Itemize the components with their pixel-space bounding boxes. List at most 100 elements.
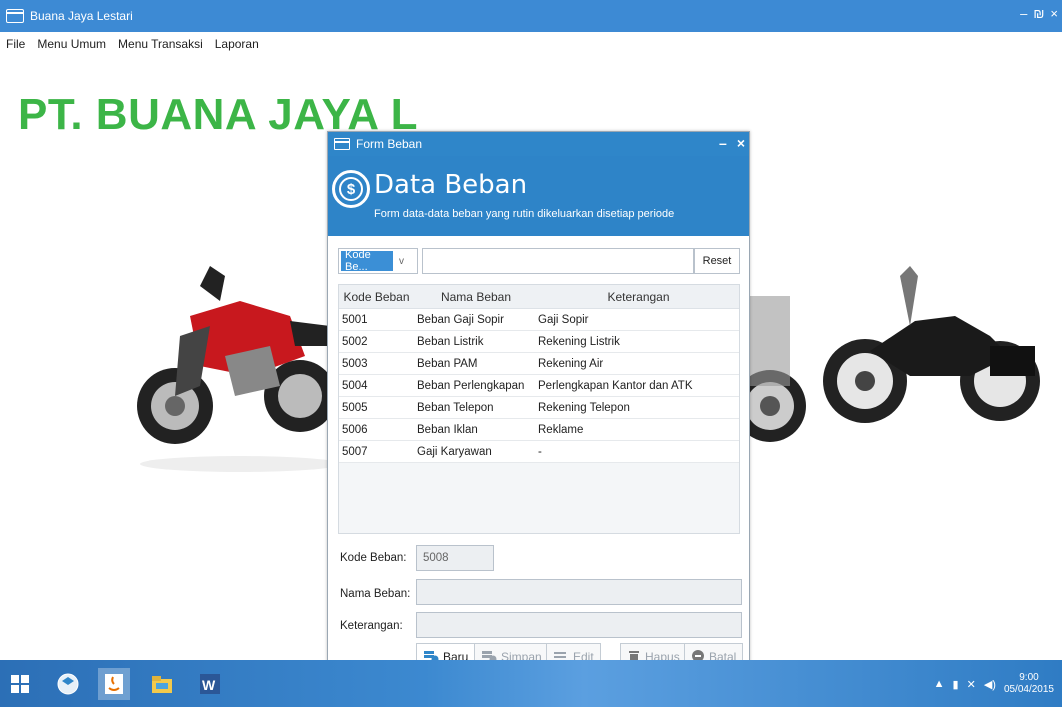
volume-icon[interactable]: ◀) [984,678,996,691]
table-row[interactable]: 5004 Beban Perlengkapan Perlengkapan Kan… [339,375,739,397]
file-explorer-icon[interactable] [146,668,178,700]
windows-start-icon[interactable] [4,668,36,700]
word-icon[interactable]: W [194,668,226,700]
menubar: File Menu Umum Menu Transaksi Laporan [0,32,1062,56]
table-row[interactable]: 5005 Beban Telepon Rekening Telepon [339,397,739,419]
form-titlebar[interactable]: Form Beban – × [328,132,749,156]
action-buttons: Baru Simpan Edit Hapus Batal [416,643,744,660]
table-row[interactable]: 5003 Beban PAM Rekening Air [339,353,739,375]
form-header: $ Data Beban Form data-data beban yang r… [328,156,749,236]
keterangan-field[interactable] [416,612,742,638]
box-app-icon[interactable] [52,668,84,700]
app-window-icon [6,9,24,23]
cancel-circle-icon [691,649,705,660]
desktop-area: PT. BUANA JAYA L Form Beban – × $ Data B… [0,56,1062,660]
nama-beban-field[interactable] [416,579,742,605]
keterangan-label: Keterangan: [340,620,403,632]
form-window-controls: – × [719,135,745,151]
trash-icon [627,649,641,660]
column-header-nama[interactable]: Nama Beban [414,285,538,308]
cell-kode: 5001 [342,313,368,326]
hapus-label: Hapus [645,650,680,660]
cell-keterangan: Reklame [538,423,584,436]
svg-text:W: W [202,677,216,693]
edit-button[interactable]: Edit [546,643,601,660]
system-tray: ▲ ▮ ✕ ◀) 9:00 05/04/2015 [934,672,1054,696]
hapus-button[interactable]: Hapus [620,643,687,660]
red-motorcycle-image [137,266,340,472]
cell-keterangan: Perlengkapan Kantor dan ATK [538,379,693,392]
clock-time: 9:00 [1019,672,1039,683]
window-controls: – ₪ × [1020,6,1058,21]
search-row: Kode Be... v Reset [338,248,740,274]
search-field-selected: Kode Be... [341,249,393,273]
baru-button[interactable]: Baru [416,643,476,660]
column-header-keterangan[interactable]: Keterangan [538,285,739,308]
nama-beban-label: Nama Beban: [340,588,411,600]
reset-button[interactable]: Reset [694,248,740,274]
cell-keterangan: Rekening Air [538,357,604,370]
search-input[interactable] [422,248,694,274]
baru-label: Baru [443,650,469,660]
restore-button[interactable]: ₪ [1033,6,1044,21]
cell-nama: Beban Listrik [417,335,484,348]
form-close-button[interactable]: × [737,135,745,151]
cell-kode: 5003 [342,357,368,370]
menu-transaksi[interactable]: Menu Transaksi [112,37,209,51]
close-button[interactable]: × [1050,6,1058,21]
cell-nama: Gaji Karyawan [417,445,492,458]
menu-umum[interactable]: Menu Umum [31,37,112,51]
cell-kode: 5005 [342,401,368,414]
beban-table: Kode Beban Nama Beban Keterangan 5001 Be… [338,284,740,534]
java-icon[interactable] [98,668,130,700]
cell-nama: Beban Gaji Sopir [417,313,504,326]
network-icon[interactable]: ▮ [953,678,959,691]
menu-file[interactable]: File [0,37,31,51]
clock[interactable]: 9:00 05/04/2015 [1004,672,1054,696]
form-minimize-button[interactable]: – [719,135,727,151]
app-title: Buana Jaya Lestari [30,9,133,23]
cell-keterangan: - [538,445,542,458]
cell-nama: Beban Iklan [417,423,478,436]
tray-expand-icon[interactable]: ▲ [934,678,945,690]
table-header: Kode Beban Nama Beban Keterangan [339,285,739,309]
dollar-coin-icon: $ [332,170,370,208]
cell-kode: 5002 [342,335,368,348]
kode-beban-field: 5008 [416,545,494,571]
table-row[interactable]: 5006 Beban Iklan Reklame [339,419,739,441]
clock-date: 05/04/2015 [1003,684,1054,695]
simpan-label: Simpan [501,650,542,660]
table-row[interactable]: 5007 Gaji Karyawan - [339,441,739,463]
batal-label: Batal [709,650,737,660]
app-titlebar: Buana Jaya Lestari – ₪ × [0,0,1062,32]
cell-kode: 5007 [342,445,368,458]
edit-label: Edit [573,650,594,660]
cell-nama: Beban Telepon [417,401,494,414]
cell-kode: 5006 [342,423,368,436]
batal-button[interactable]: Batal [684,643,744,660]
edit-icon [553,649,569,660]
header-title: Data Beban [374,170,528,200]
cell-nama: Beban Perlengkapan [417,379,525,392]
cell-keterangan: Rekening Listrik [538,335,620,348]
cell-kode: 5004 [342,379,368,392]
cell-nama: Beban PAM [417,357,478,370]
column-header-kode[interactable]: Kode Beban [339,285,414,308]
table-row[interactable]: 5001 Beban Gaji Sopir Gaji Sopir [339,309,739,331]
form-beban-window: Form Beban – × $ Data Beban Form data-da… [327,131,750,660]
cell-keterangan: Rekening Telepon [538,401,630,414]
add-record-icon [423,649,439,660]
search-field-combobox[interactable]: Kode Be... v [338,248,418,274]
kode-beban-label: Kode Beban: [340,552,407,564]
simpan-button[interactable]: Simpan [474,643,549,660]
minimize-button[interactable]: – [1020,6,1027,21]
taskbar: W ▲ ▮ ✕ ◀) 9:00 05/04/2015 [0,660,1062,707]
battery-warning-icon[interactable]: ✕ [967,678,976,691]
cell-keterangan: Gaji Sopir [538,313,589,326]
chevron-down-icon[interactable]: v [399,256,404,267]
menu-laporan[interactable]: Laporan [209,37,265,51]
table-row[interactable]: 5002 Beban Listrik Rekening Listrik [339,331,739,353]
form-title: Form Beban [356,137,423,151]
form-window-icon [334,138,350,150]
save-record-icon [481,649,497,660]
